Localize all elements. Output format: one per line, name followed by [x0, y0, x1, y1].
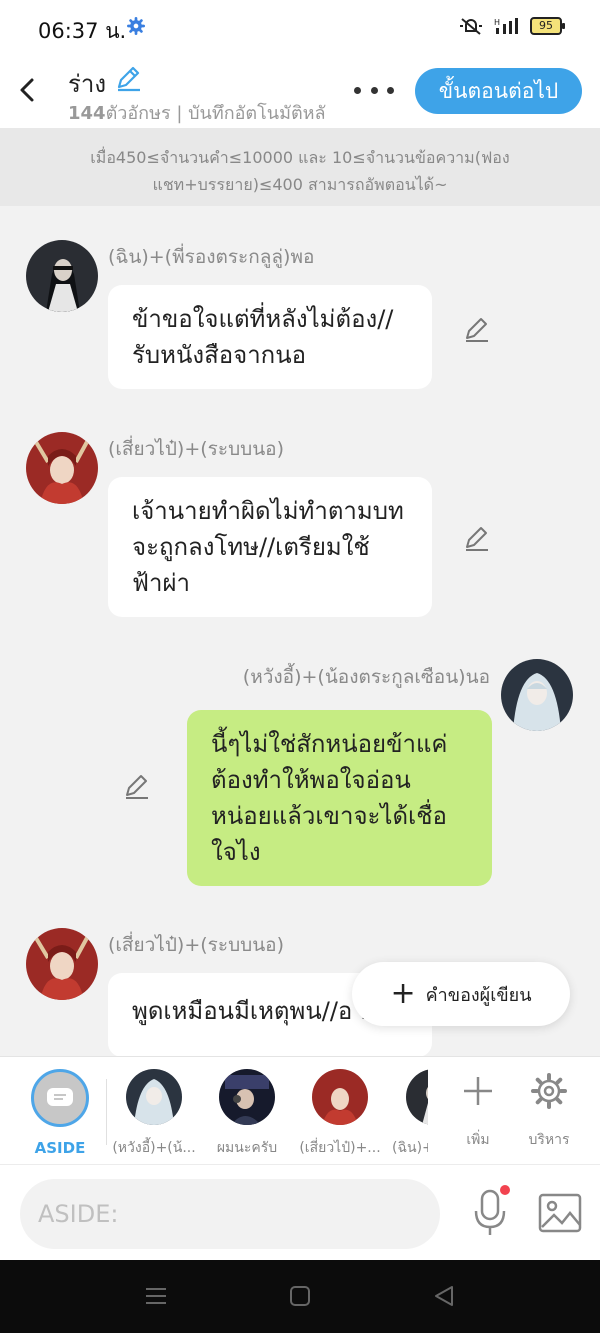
message-input[interactable] — [20, 1179, 440, 1249]
character-item[interactable]: (หวังอี้)+(น้... — [112, 1069, 196, 1159]
svg-text:H: H — [494, 18, 500, 27]
avatar[interactable] — [26, 928, 98, 1000]
aside-avatar — [31, 1069, 89, 1127]
character-label: ผมนะครับ — [216, 1140, 278, 1156]
avatar[interactable] — [26, 432, 98, 504]
composer-bar — [0, 1164, 600, 1260]
mute-bell-icon — [460, 18, 482, 35]
add-label: เพิ่ม — [466, 1132, 490, 1148]
message-bubble[interactable]: เจ้านายทำผิดไม่ทำตามบทจะถูกลงโทษ//เตรียม… — [108, 477, 432, 617]
next-step-button[interactable]: ขั้นตอนต่อไป — [415, 68, 582, 114]
speaker-name: (ฉิน)+(พี่รองตระกลูลู่)พอ — [108, 246, 315, 268]
status-time: 06:37 น. — [38, 19, 127, 43]
character-label: (ฉิน)+ — [392, 1140, 428, 1156]
status-bar: 06:37 น. H 95 — [0, 0, 600, 52]
image-icon[interactable] — [538, 1193, 582, 1233]
plus-icon: + — [390, 976, 416, 1011]
author-note-label: คำของผู้เขียน — [425, 984, 532, 1006]
menu-icon[interactable] — [144, 1284, 168, 1308]
manage-label: บริหาร — [528, 1132, 570, 1148]
character-item[interactable]: (ฉิน)+ — [392, 1069, 428, 1159]
signal-icon: H — [494, 18, 518, 34]
avatar — [312, 1069, 368, 1125]
character-bar: ASIDE (หวังอี้)+(น้... ผมนะครับ (เสี่ยวไ… — [0, 1056, 600, 1164]
speaker-name: (เสี่ยวไป๋)+(ระบบนอ) — [108, 438, 285, 460]
character-label: ASIDE — [34, 1139, 86, 1157]
edit-pencil-icon[interactable] — [462, 315, 490, 343]
avatar — [219, 1069, 275, 1125]
settings-gear-icon — [531, 1073, 567, 1109]
settings-gear-icon — [127, 17, 145, 35]
autosave-text: ตัวอักษร | บันทึกอัตโนมัติหลั — [105, 103, 326, 124]
avatar[interactable] — [501, 659, 573, 731]
character-item[interactable]: ผมนะครับ — [208, 1069, 286, 1159]
edit-pencil-icon[interactable] — [462, 524, 490, 552]
avatar — [406, 1069, 428, 1125]
battery-indicator: 95 — [530, 17, 565, 35]
add-character-button[interactable]: เพิ่ม — [458, 1071, 498, 1151]
character-label: (หวังอี้)+(น้... — [112, 1140, 196, 1156]
plus-icon — [464, 1077, 492, 1105]
more-options-icon[interactable] — [354, 76, 394, 104]
message-bubble[interactable]: ข้าขอใจแต่ที่หลังไม่ต้อง//รับหนังสือจากน… — [108, 285, 432, 389]
notification-dot — [500, 1185, 510, 1195]
publish-requirement-notice: เมื่อ450≤จำนวนคำ≤10000 และ 10≤จำนวนข้อคว… — [0, 128, 600, 206]
edit-title-pencil-icon[interactable] — [114, 64, 142, 92]
system-nav-bar — [0, 1260, 600, 1333]
char-count: 144 — [68, 103, 106, 124]
back-icon[interactable] — [432, 1284, 456, 1308]
manage-characters-button[interactable]: บริหาร — [522, 1071, 576, 1151]
draft-subtitle: 144ตัวอักษร | บันทึกอัตโนมัติหลั — [68, 98, 343, 127]
character-item[interactable]: (เสี่ยวไป๋)+... — [298, 1069, 382, 1159]
message-bubble[interactable]: นี้ๆไม่ใช่สักหน่อยข้าแค่ต้องทำให้พอใจอ่อ… — [187, 710, 492, 886]
author-note-button[interactable]: + คำของผู้เขียน — [352, 962, 570, 1026]
divider — [106, 1079, 107, 1145]
speaker-name: (เสี่ยวไป๋)+(ระบบนอ) — [108, 934, 285, 956]
avatar[interactable] — [26, 240, 98, 312]
chat-bubble-icon — [47, 1088, 73, 1106]
home-icon[interactable] — [288, 1284, 312, 1308]
editor-header: ร่าง 144ตัวอักษร | บันทึกอัตโนมัติหลั ขั… — [0, 52, 600, 128]
edit-pencil-icon[interactable] — [122, 772, 150, 800]
avatar — [126, 1069, 182, 1125]
speaker-name: (หวังอี้)+(น้องตระกูลเซือน)นอ — [242, 666, 490, 688]
back-arrow-icon[interactable] — [14, 70, 42, 110]
character-aside[interactable]: ASIDE — [30, 1069, 90, 1157]
character-label: (เสี่ยวไป๋)+... — [299, 1140, 381, 1156]
